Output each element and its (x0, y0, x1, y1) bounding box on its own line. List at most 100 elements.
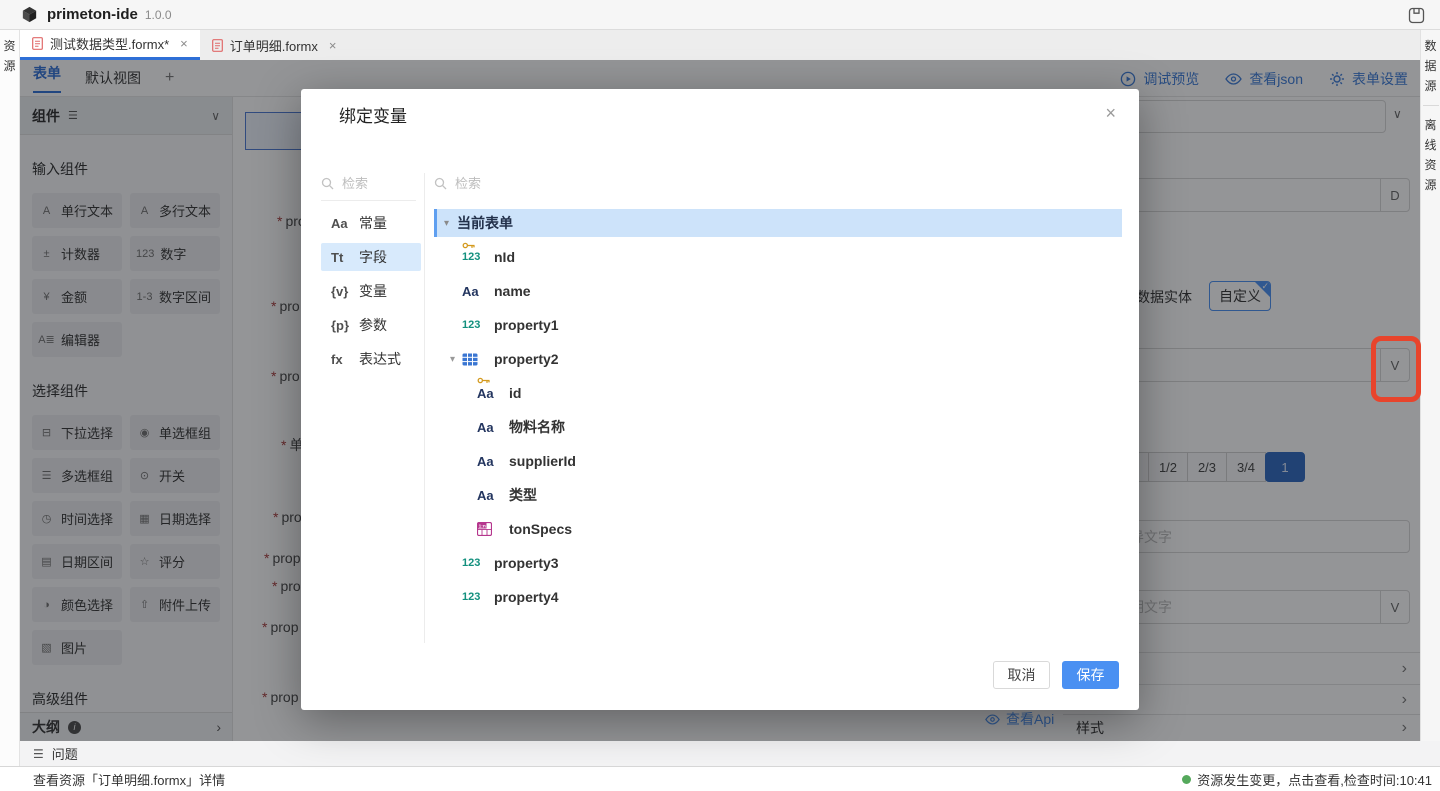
chevron-right-icon[interactable]: › (1402, 691, 1407, 709)
status-right[interactable]: 资源发生变更，点击查看,检查时间:10:41 (1182, 770, 1432, 789)
datasource-rail-label[interactable]: 数据源 (1424, 36, 1438, 96)
status-dot (1182, 775, 1191, 784)
chevron-right-icon[interactable]: › (1402, 660, 1407, 678)
component-multi-line-text[interactable]: A多行文本 (130, 193, 220, 228)
tree-node-supplierId[interactable]: Aa supplierId (434, 444, 1122, 478)
editor-tab-bar: 测试数据类型.formx* × 订单明细.formx × (20, 30, 1420, 60)
chevron-right-icon[interactable]: › (216, 719, 221, 735)
view-tab-default-view[interactable]: 默认视图 (85, 68, 141, 88)
component-attachment-upload[interactable]: ⇧附件上传 (130, 587, 220, 622)
v-button[interactable]: V (1380, 591, 1409, 623)
tree-node-material-name[interactable]: Aa 物料名称 (434, 410, 1122, 444)
component-checkbox-group[interactable]: ☰多选框组 (32, 458, 122, 493)
chevron-down-icon[interactable]: ∨ (211, 109, 220, 123)
expander-icon[interactable]: ▾ (450, 354, 455, 365)
component-number-range[interactable]: 1-3数字区间 (130, 279, 220, 314)
tree-node-nId[interactable]: 123 nId (434, 240, 1122, 274)
tree-node-property3[interactable]: 123 property3 (434, 546, 1122, 580)
app-version: 1.0.0 (145, 8, 172, 22)
section-style[interactable]: 样式 › (1063, 714, 1420, 741)
close-tab-icon[interactable]: × (180, 36, 188, 51)
tab-order-detail[interactable]: 订单明细.formx × (200, 30, 349, 60)
number-icon: 123 (136, 248, 154, 260)
form-settings-button[interactable]: 表单设置 (1329, 69, 1408, 89)
field-search[interactable] (434, 175, 734, 200)
component-time-picker[interactable]: ◷时间选择 (32, 501, 122, 536)
width-option-2-3[interactable]: 2/3 (1187, 452, 1227, 482)
expander-icon[interactable]: ▾ (444, 218, 449, 229)
width-option-1-2[interactable]: 1/2 (1148, 452, 1188, 482)
category-parameter[interactable]: {p}参数 (321, 311, 421, 339)
outline-label: 大纲 (32, 717, 60, 737)
tree-node-tonSpecs[interactable]: 1:n tonSpecs (434, 512, 1122, 546)
component-dropdown[interactable]: ⊟下拉选择 (32, 415, 122, 450)
category-search-input[interactable] (340, 175, 406, 192)
check-icon: ✓ (1261, 281, 1269, 292)
eye-icon (985, 714, 1000, 725)
close-icon[interactable]: × (1105, 104, 1116, 122)
outline-row[interactable]: 大纲 i › (20, 712, 233, 741)
add-view-button[interactable]: + (165, 69, 174, 87)
component-color-picker[interactable]: ◑颜色选择 (32, 587, 122, 622)
category-variable[interactable]: {v}变量 (321, 277, 421, 305)
component-single-line-text[interactable]: A单行文本 (32, 193, 122, 228)
tree-node-property2[interactable]: ▾ property2 (434, 342, 1122, 376)
offline-resources-rail-label[interactable]: 离线资源 (1424, 115, 1438, 195)
section-title-advanced-components: 高级组件 (32, 689, 220, 709)
component-image[interactable]: ▧图片 (32, 630, 122, 665)
status-bar: 查看资源「订单明细.formx」详情 资源发生变更，点击查看,检查时间:10:4… (0, 766, 1440, 791)
chevron-down-icon[interactable]: ∨ (1393, 107, 1402, 121)
category-expression[interactable]: fx表达式 (321, 345, 421, 373)
tree-root-current-form[interactable]: ▾ 当前表单 (434, 209, 1122, 237)
problems-bar[interactable]: ☰ 问题 (20, 741, 1440, 766)
tab-test-data-type[interactable]: 测试数据类型.formx* × (20, 30, 200, 60)
component-counter[interactable]: ±计数器 (32, 236, 122, 271)
category-field-selected[interactable]: Tt字段 (321, 243, 421, 271)
field-search-input[interactable] (453, 175, 519, 192)
view-json-button[interactable]: 查看json (1225, 69, 1303, 89)
search-icon (321, 177, 334, 190)
component-rating[interactable]: ☆评分 (130, 544, 220, 579)
component-editor[interactable]: A≣编辑器 (32, 322, 122, 357)
tree-node-name[interactable]: Aa name (434, 274, 1122, 308)
components-panel: 组件 ☰ ∨ 输入组件 A单行文本 A多行文本 ±计数器 123数字 ¥金额 1… (20, 97, 233, 741)
cancel-button[interactable]: 取消 (993, 661, 1050, 689)
star-icon: ☆ (136, 555, 153, 568)
yen-icon: ¥ (38, 291, 55, 303)
components-panel-header[interactable]: 组件 ☰ ∨ (20, 97, 232, 135)
palette-icon: ◑ (38, 599, 55, 611)
string-type-icon: Aa (477, 386, 494, 401)
section-title-select-components: 选择组件 (32, 381, 220, 401)
close-tab-icon[interactable]: × (329, 38, 337, 53)
view-tab-form[interactable]: 表单 (33, 63, 61, 93)
component-number[interactable]: 123数字 (130, 236, 220, 271)
width-option-3-4[interactable]: 3/4 (1226, 452, 1266, 482)
resources-rail-label[interactable]: 资源 (3, 36, 17, 76)
archive-icon[interactable] (1408, 7, 1425, 24)
bind-variable-modal: 绑定变量 × Aa常量 Tt字段 {v}变量 {p}参数 fx表达式 ▾ 当前表… (301, 89, 1139, 710)
component-radio-group[interactable]: ◉单选框组 (130, 415, 220, 450)
component-date-range[interactable]: ▤日期区间 (32, 544, 122, 579)
category-search[interactable] (321, 175, 416, 201)
tree-node-id[interactable]: Aa id (434, 376, 1122, 410)
tree-node-property1[interactable]: 123 property1 (434, 308, 1122, 342)
custom-tab-button[interactable]: 自定义 ✓ (1209, 281, 1271, 311)
category-constant[interactable]: Aa常量 (321, 209, 421, 237)
component-switch[interactable]: ⊙开关 (130, 458, 220, 493)
chevron-right-icon[interactable]: › (1402, 719, 1407, 737)
number-type-icon: 123 (462, 251, 480, 263)
list-icon: ☰ (33, 747, 44, 761)
tree-node-type[interactable]: Aa 类型 (434, 478, 1122, 512)
component-date-picker[interactable]: ▦日期选择 (130, 501, 220, 536)
width-option-1-selected[interactable]: 1 (1265, 452, 1305, 482)
save-button[interactable]: 保存 (1062, 661, 1119, 689)
calendar-icon: ▦ (136, 512, 153, 525)
debug-preview-button[interactable]: 调试预览 (1120, 69, 1199, 89)
d-button[interactable]: D (1380, 179, 1409, 211)
status-left-text[interactable]: 查看资源「订单明细.formx」详情 (33, 770, 225, 789)
view-api-link[interactable]: 查看Api (985, 709, 1054, 729)
component-amount[interactable]: ¥金额 (32, 279, 122, 314)
data-entity-label[interactable]: 数据实体 (1136, 287, 1192, 307)
tree-node-property4[interactable]: 123 property4 (434, 580, 1122, 614)
key-icon (462, 241, 476, 250)
